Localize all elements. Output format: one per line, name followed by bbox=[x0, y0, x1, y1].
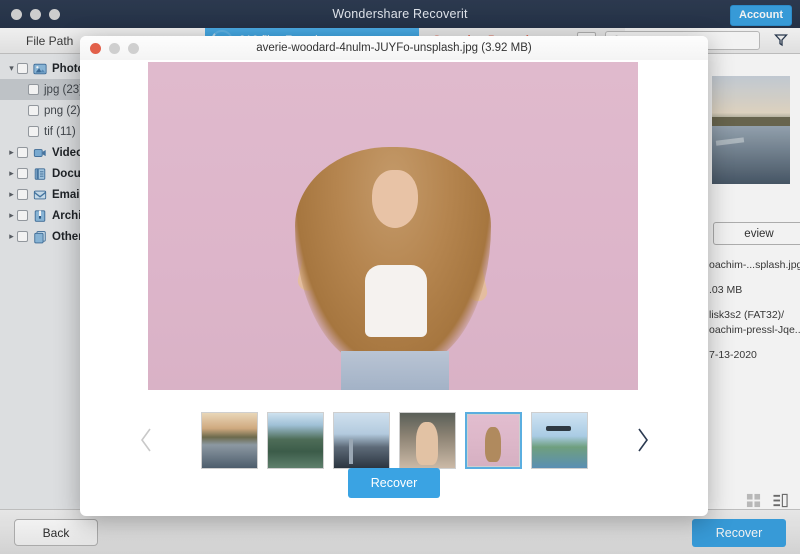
figure-jeans bbox=[341, 350, 449, 390]
figure-face bbox=[372, 170, 418, 229]
modal-titlebar: averie-woodard-4nulm-JUYFo-unsplash.jpg … bbox=[80, 36, 708, 60]
modal-title: averie-woodard-4nulm-JUYFo-unsplash.jpg … bbox=[256, 42, 532, 54]
modal-minimize-icon[interactable] bbox=[109, 42, 120, 54]
modal-main-image bbox=[148, 62, 638, 390]
modal-traffic-lights[interactable] bbox=[90, 42, 139, 54]
recover-button-modal[interactable]: Recover bbox=[348, 468, 440, 498]
app-window: Wondershare Recoverit Account File Path … bbox=[0, 0, 800, 554]
modal-maximize-icon[interactable] bbox=[128, 42, 139, 54]
figure-top bbox=[365, 265, 427, 338]
modal-footer: Recover bbox=[80, 450, 708, 516]
image-preview-modal: averie-woodard-4nulm-JUYFo-unsplash.jpg … bbox=[80, 36, 708, 516]
modal-close-icon[interactable] bbox=[90, 42, 101, 54]
